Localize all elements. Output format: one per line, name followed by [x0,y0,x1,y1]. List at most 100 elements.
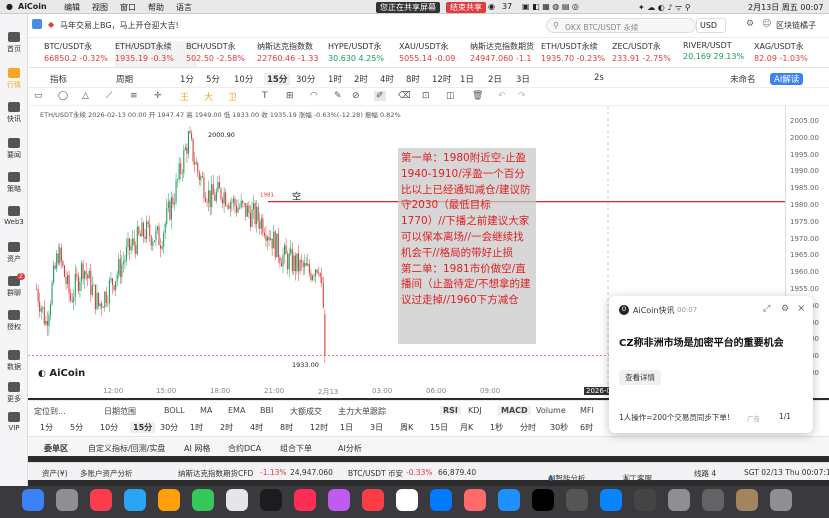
ticker-0[interactable]: BTC/USDT永 66850.2 -0.32% [44,41,126,67]
status-ticker-2-name[interactable]: BTC/USDT 币安 [348,468,403,479]
pencil-tool-icon[interactable]: ✎ [334,91,342,101]
news-pager[interactable]: 1/1 [779,412,791,421]
messages-icon[interactable] [192,489,214,511]
music-icon[interactable] [294,489,316,511]
assets-label[interactable]: 资产(¥) [42,468,68,479]
tf2-6[interactable]: 2时 [220,422,233,433]
bottom-tab-1[interactable]: 自定义指标/回测/实盘 [88,443,165,454]
menu-edit[interactable]: 编辑 [64,2,80,13]
ticker-10[interactable]: XAG/USDT永 82.09 -1.03% [754,41,829,67]
qq-icon[interactable] [532,489,554,511]
ticker-4[interactable]: HYPE/USDT永 30.630 4.25% [328,41,410,67]
finder-icon[interactable] [22,489,44,511]
sidebar-item-3[interactable]: 要闻 [0,138,28,160]
tf2-0[interactable]: 1分 [40,422,53,433]
sidebar-item-0[interactable]: 首页 [0,32,28,54]
appletv-icon[interactable] [260,489,282,511]
apple-icon[interactable]: ● [6,2,13,11]
menu-view[interactable]: 视图 [92,2,108,13]
ticker-1[interactable]: ETH/USDT永续 1935.19 -0.3% [115,41,197,67]
gear-icon[interactable]: ⚙ [746,19,754,29]
tf-14[interactable]: 3日 [516,73,530,85]
tf-2[interactable]: 1分 [180,73,194,85]
tf-4[interactable]: 10分 [234,73,253,85]
redo-icon[interactable]: ↷ [518,91,526,101]
tf2-15[interactable]: 1秒 [490,422,503,433]
news-footer[interactable]: 1人操作=200个交易员同步下单! [619,412,730,423]
window-buttons-icon[interactable] [32,19,42,29]
tf-right-2s[interactable]: 2s [594,73,604,83]
indicator-tab-7[interactable]: 主力大单跟踪 [338,406,386,417]
announcement[interactable]: 马年交易上BG，马上开仓迎大吉! [60,20,179,31]
currency-select[interactable]: USD [696,18,726,33]
view-detail-button[interactable]: 查看详情 [619,370,661,385]
tf2-9[interactable]: 12时 [310,422,328,433]
line-selector[interactable]: 线路 4 [694,468,716,479]
tf2-16[interactable]: 分时 [520,422,536,433]
tf2-14[interactable]: 月K [460,422,473,433]
ticker-7[interactable]: ETH/USDT永续 1935.70 -0.23% [541,41,623,67]
bottom-tab-3[interactable]: 合约DCA [228,443,261,454]
news-popup[interactable]: ʘ AiCoin快讯 00:07 ⤢ ⚙ × CZ称非洲市场是加密平台的重要机会… [609,296,813,433]
cross-tool-icon[interactable]: ✛ [154,91,162,101]
sidebar-item-7[interactable]: 群聊 2 [0,273,28,298]
measure-tool-icon[interactable]: ⊞ [286,91,294,101]
rect-tool-icon[interactable]: ▭ [34,91,43,101]
wps-icon[interactable] [362,489,384,511]
analysis-note[interactable]: 第一单：1980附近空-止盈1940-1910/浮盈一个百分比以上已经通知减仓/… [398,148,536,344]
eraser-tool-icon[interactable]: ⌫ [398,91,411,101]
multi-account-link[interactable]: 多账户资产分析 [80,468,133,479]
mail-icon[interactable] [158,489,180,511]
popout-icon[interactable]: ⤢ [763,304,770,314]
indicator-tab-10[interactable]: MACD [498,406,531,415]
ticker-9[interactable]: RIVER/USDT 20.169 29.13% [683,41,765,67]
close-icon[interactable]: × [797,303,805,314]
tf-1[interactable]: 周期 [116,73,133,85]
menu-language[interactable]: 语言 [176,2,192,13]
indicator-tab-12[interactable]: MFI [580,406,594,415]
settings-icon[interactable]: ⚙ [781,304,789,314]
news-headline[interactable]: CZ称非洲市场是加密平台的重要机会 [619,334,784,349]
tf-9[interactable]: 4时 [380,73,394,85]
sidebar-item-8[interactable]: 授权 [0,310,28,332]
bottom-tab-4[interactable]: 组合下单 [280,443,312,454]
calendar-icon[interactable] [396,489,418,511]
bottom-tab-5[interactable]: AI分析 [338,443,362,454]
tf2-13[interactable]: 15日 [430,422,448,433]
tf-5[interactable]: 15分 [264,73,291,85]
launchpad-icon[interactable] [56,489,78,511]
folder-icon[interactable] [736,489,758,511]
sidebar-item-9[interactable]: 数据 [0,350,28,372]
tf2-12[interactable]: 周K [400,422,413,433]
tf-10[interactable]: 8时 [406,73,420,85]
ticker-6[interactable]: 纳斯达克指数期货 24947.060 -1.1 [470,41,552,67]
wang-tool[interactable]: 王 [180,90,189,103]
app-menu[interactable]: AiCoin [18,2,47,11]
indicator-tab-9[interactable]: KDJ [468,406,482,415]
tf2-11[interactable]: 3日 [370,422,383,433]
tf2-18[interactable]: 6时 [580,422,593,433]
app-icon[interactable] [464,489,486,511]
tf2-10[interactable]: 1日 [340,422,353,433]
search-box[interactable]: ⚲ OKX BTC/USDT 永续 [546,18,696,33]
tf-6[interactable]: 30分 [296,73,315,85]
fib-tool-icon[interactable]: ≡ [130,91,138,101]
menu-window[interactable]: 窗口 [120,2,136,13]
ai-interpret-button[interactable]: AI解读 [770,73,804,85]
tf2-5[interactable]: 1时 [190,422,203,433]
aicoin-icon[interactable] [566,489,588,511]
indicator-tab-4[interactable]: EMA [228,406,245,415]
clock[interactable]: 2月13日 周五 00:07 [748,2,823,13]
sidebar-item-1[interactable]: 行情 [0,68,28,90]
indicator-tab-8[interactable]: RSI [440,406,461,415]
tf-7[interactable]: 1时 [328,73,342,85]
sidebar-item-6[interactable]: 资产 [0,242,28,264]
sidebar-item-2[interactable]: 快讯 [0,102,28,124]
brush-tool-icon[interactable]: ✐ [374,91,386,101]
wechat-status-icon[interactable]: ◉ [488,2,495,11]
indicator-tab-0[interactable]: 定位到... [34,406,66,417]
status-ticker-1-name[interactable]: 纳斯达克指数期货CFD [178,468,253,479]
bottom-tab-2[interactable]: AI 网格 [184,443,210,454]
text-tool-icon[interactable]: T [262,91,268,101]
photos-icon[interactable] [226,489,248,511]
